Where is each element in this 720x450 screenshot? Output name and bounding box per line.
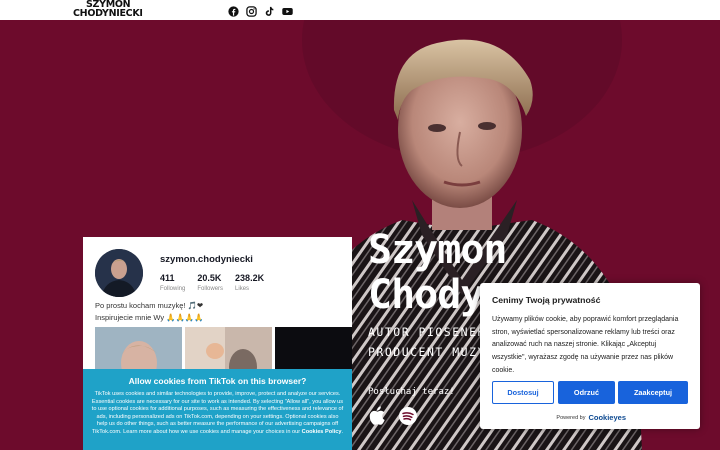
facebook-icon[interactable] [228,4,239,17]
tiktok-bio: Po prostu kocham muzykę! 🎵❤ Inspirujecie… [95,300,204,324]
stat-value: 411 [160,273,175,283]
powered-by-label: Powered by [556,414,586,421]
stat-value: 238.2K [235,273,265,283]
tiktok-avatar[interactable] [95,249,143,297]
apple-music-icon[interactable] [369,406,385,425]
powered-by[interactable]: Powered by Cookieyes [556,413,626,422]
tiktok-stats: 411 Following 20.5K Followers 238.2K Lik… [160,273,264,292]
stat-label: Followers [197,286,224,292]
bio-line1: Po prostu kocham muzykę! 🎵❤ [95,301,204,310]
cookie-consent-dialog: Cenimy Twoją prywatność Używamy plików c… [480,283,700,429]
reject-button[interactable]: Odrzuć [558,381,615,404]
tiktok-cookie-text: TikTok uses cookies and similar technolo… [91,391,344,435]
accept-button[interactable]: Zaakceptuj [618,381,688,404]
stat-following: 411 Following [160,273,185,292]
bio-line2: Inspirujecie mnie Wy 🙏🙏🙏🙏 [95,313,204,322]
site-logo[interactable]: SZYMON CHODYNIECKI [73,0,143,19]
tiktok-handle[interactable]: szymon.chodyniecki [160,254,253,265]
consent-description: Używamy plików cookie, aby poprawić komf… [492,316,679,374]
instagram-icon[interactable] [246,4,257,17]
hero-title-line1: Szymon [368,227,507,273]
logo-line2: CHODYNIECKI [73,7,143,19]
stat-label: Following [160,286,186,292]
site-header: SZYMON CHODYNIECKI [0,0,720,20]
cookies-policy-link[interactable]: Cookies Policy [302,429,342,435]
customize-button[interactable]: Dostosuj [492,381,554,404]
hero-role-line1: AUTOR PIOSENEK [368,325,486,339]
stat-value: 20.5K [197,273,222,283]
stat-followers: 20.5K Followers [197,273,223,292]
tiktok-cookie-title: Allow cookies from TikTok on this browse… [128,376,307,386]
youtube-icon[interactable] [282,4,293,15]
social-links [228,4,293,17]
stat-likes: 238.2K Likes [235,273,264,292]
tiktok-icon[interactable] [264,4,275,16]
listen-now-label: Posłuchaj teraz! [368,387,455,397]
spotify-icon[interactable] [399,407,417,425]
stat-label: Likes [235,286,250,292]
tiktok-cookie-banner: Allow cookies from TikTok on this browse… [83,369,352,450]
cookieyes-logo: Cookieyes [588,413,626,422]
consent-title: Cenimy Twoją prywatność [492,295,601,305]
